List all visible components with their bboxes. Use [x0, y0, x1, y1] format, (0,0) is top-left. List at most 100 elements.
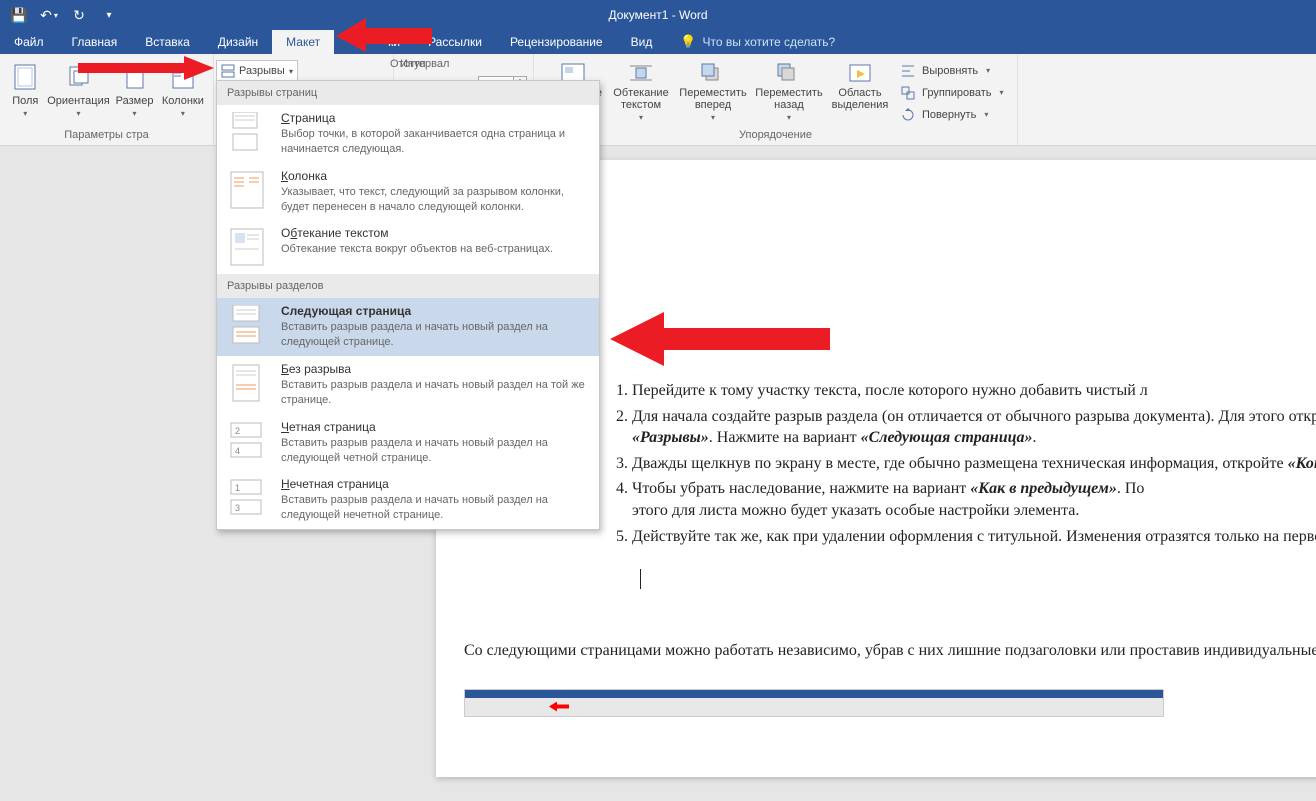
menu-item-title: Следующая страница: [281, 304, 589, 318]
send-backward-button[interactable]: Переместить назад ▾: [752, 57, 826, 127]
tab-view[interactable]: Вид: [617, 30, 667, 54]
breaks-icon: [221, 64, 235, 78]
dropdown-heading-page-breaks: Разрывы страниц: [217, 81, 599, 105]
text-cursor: [640, 569, 641, 589]
tell-me-search[interactable]: 💡 Что вы хотите сделать?: [666, 30, 835, 54]
group-icon: [900, 85, 916, 101]
selection-pane-button[interactable]: Область выделения: [828, 57, 892, 127]
dropdown-heading-section-breaks: Разрывы разделов: [217, 274, 599, 298]
undo-button[interactable]: ↶▾: [36, 2, 62, 28]
tab-design[interactable]: Дизайн: [204, 30, 272, 54]
bring-forward-button[interactable]: Переместить вперед ▾: [676, 57, 750, 127]
rotate-label: Повернуть: [922, 109, 976, 121]
menu-item-continuous[interactable]: Без разрываВставить разрыв раздела и нач…: [217, 356, 599, 414]
breaks-label: Разрывы: [239, 65, 285, 77]
tab-home[interactable]: Главная: [58, 30, 132, 54]
size-label: Размер: [116, 95, 154, 107]
send-backward-icon: [775, 61, 803, 85]
chevron-down-icon: ▾: [106, 10, 111, 21]
menu-item-next-page[interactable]: Следующая страница Вставить разрыв раздел…: [217, 298, 599, 356]
align-label: Выровнять: [922, 65, 978, 77]
tab-file[interactable]: Файл: [0, 30, 58, 54]
chevron-down-icon: ▾: [1000, 88, 1004, 97]
tab-review[interactable]: Рецензирование: [496, 30, 617, 54]
annotation-arrow-breaks: [78, 56, 214, 84]
even-page-icon: 24: [227, 420, 267, 462]
redo-button[interactable]: ↻: [66, 2, 92, 28]
margins-button[interactable]: Поля ▾: [6, 57, 45, 127]
menu-item-column-break[interactable]: КолонкаУказывает, что текст, следующий з…: [217, 163, 599, 221]
annotation-arrow-tab: [336, 14, 432, 52]
lightbulb-icon: 💡: [680, 34, 696, 50]
save-button[interactable]: 💾: [6, 2, 32, 28]
wrap-text-button[interactable]: Обтекание текстом ▾: [608, 57, 674, 127]
quick-access-toolbar: 💾 ↶▾ ↻ ▾: [0, 2, 122, 28]
menu-item-desc: Обтекание текста вокруг объектов на веб-…: [281, 242, 553, 257]
menu-item-title: Страница: [281, 111, 589, 125]
chevron-down-icon: ▾: [76, 109, 80, 118]
margins-label: Поля: [12, 95, 38, 107]
odd-page-icon: 13: [227, 477, 267, 519]
paragraph: Со следующими страницами можно работать …: [464, 640, 1316, 662]
menu-item-odd-page[interactable]: 13 Нечетная страницаВставить разрыв разд…: [217, 471, 599, 529]
annotation-arrow-next-page: [610, 312, 830, 366]
continuous-icon: [227, 362, 267, 404]
undo-icon: ↶: [40, 7, 52, 24]
menu-item-page-break[interactable]: Страница Выбор точки, в которой заканчива…: [217, 105, 599, 163]
bring-forward-label: Переместить вперед: [676, 87, 750, 111]
send-backward-label: Переместить назад: [752, 87, 826, 111]
menu-item-desc: Указывает, что текст, следующий за разры…: [281, 185, 589, 215]
chevron-down-icon: ▾: [289, 67, 293, 76]
align-button[interactable]: Выровнять ▾: [894, 60, 1010, 82]
chevron-down-icon: ▾: [984, 110, 988, 119]
tab-insert[interactable]: Вставка: [131, 30, 204, 54]
wrap-label: Обтекание текстом: [608, 87, 674, 111]
tab-layout[interactable]: Макет: [272, 30, 334, 54]
menu-item-text-wrapping-break[interactable]: Обтекание текстомОбтекание текста вокруг…: [217, 220, 599, 274]
list-item: Дважды щелкнув по экрану в месте, где об…: [632, 453, 1316, 475]
menu-item-even-page[interactable]: 24 Четная страница Вставить разрыв раздел…: [217, 414, 599, 472]
align-icon: [900, 63, 916, 79]
chevron-down-icon: ▾: [711, 113, 715, 122]
columns-label: Колонки: [162, 95, 204, 107]
text-wrap-break-icon: [227, 226, 267, 268]
chevron-down-icon: ▾: [787, 113, 791, 122]
title-bar: 💾 ↶▾ ↻ ▾ Документ1 - Word: [0, 0, 1316, 30]
chevron-down-icon: ▾: [181, 109, 185, 118]
column-break-icon: [227, 169, 267, 211]
ribbon-tabs: Файл Главная Вставка Дизайн Макет ки Рас…: [0, 30, 1316, 54]
redo-icon: ↻: [73, 7, 85, 24]
chevron-down-icon: ▾: [639, 113, 643, 122]
page-break-icon: [227, 111, 267, 153]
selection-pane-icon: [846, 61, 874, 85]
rotate-icon: [900, 107, 916, 123]
bring-forward-icon: [699, 61, 727, 85]
group-label-arrange: Упорядочение: [540, 127, 1011, 145]
menu-item-desc: Вставить разрыв раздела и начать новый р…: [281, 436, 589, 466]
breaks-dropdown: Разрывы страниц Страница Выбор точки, в к…: [216, 80, 600, 530]
breaks-button[interactable]: Разрывы ▾: [216, 60, 298, 82]
menu-item-desc: Вставить разрыв раздела и начать новый р…: [281, 320, 589, 350]
menu-item-title: Четная страница: [281, 420, 589, 434]
group-arrange: Положение ▾ Обтекание текстом ▾ Перемест…: [534, 54, 1018, 145]
rotate-button[interactable]: Повернуть ▾: [894, 104, 1010, 126]
svg-text:4: 4: [235, 446, 240, 456]
group-objects-button[interactable]: Группировать ▾: [894, 82, 1010, 104]
document-workspace[interactable]: Перейдите к тому участку текста, после к…: [0, 146, 1316, 801]
qat-customize[interactable]: ▾: [96, 2, 122, 28]
group-label-page-setup: Параметры стра: [6, 127, 207, 145]
tell-me-placeholder: Что вы хотите сделать?: [703, 35, 836, 49]
chevron-down-icon: ▾: [23, 109, 27, 118]
chevron-down-icon: ▾: [54, 11, 58, 20]
next-page-icon: [227, 304, 267, 346]
menu-item-desc: Вставить разрыв раздела и начать новый р…: [281, 378, 589, 408]
wrap-text-icon: [627, 61, 655, 85]
group-objects-label: Группировать: [922, 87, 992, 99]
menu-item-desc: Выбор точки, в которой заканчивается одн…: [281, 127, 589, 157]
save-icon: 💾: [10, 7, 27, 24]
list-item: Действуйте так же, как при удалении офор…: [632, 526, 1316, 548]
menu-item-desc: Вставить разрыв раздела и начать новый р…: [281, 493, 589, 523]
window-title: Документ1 - Word: [608, 8, 707, 22]
interval-label: Интервал: [400, 56, 527, 76]
instruction-list: Перейдите к тому участку текста, после к…: [612, 380, 1316, 547]
